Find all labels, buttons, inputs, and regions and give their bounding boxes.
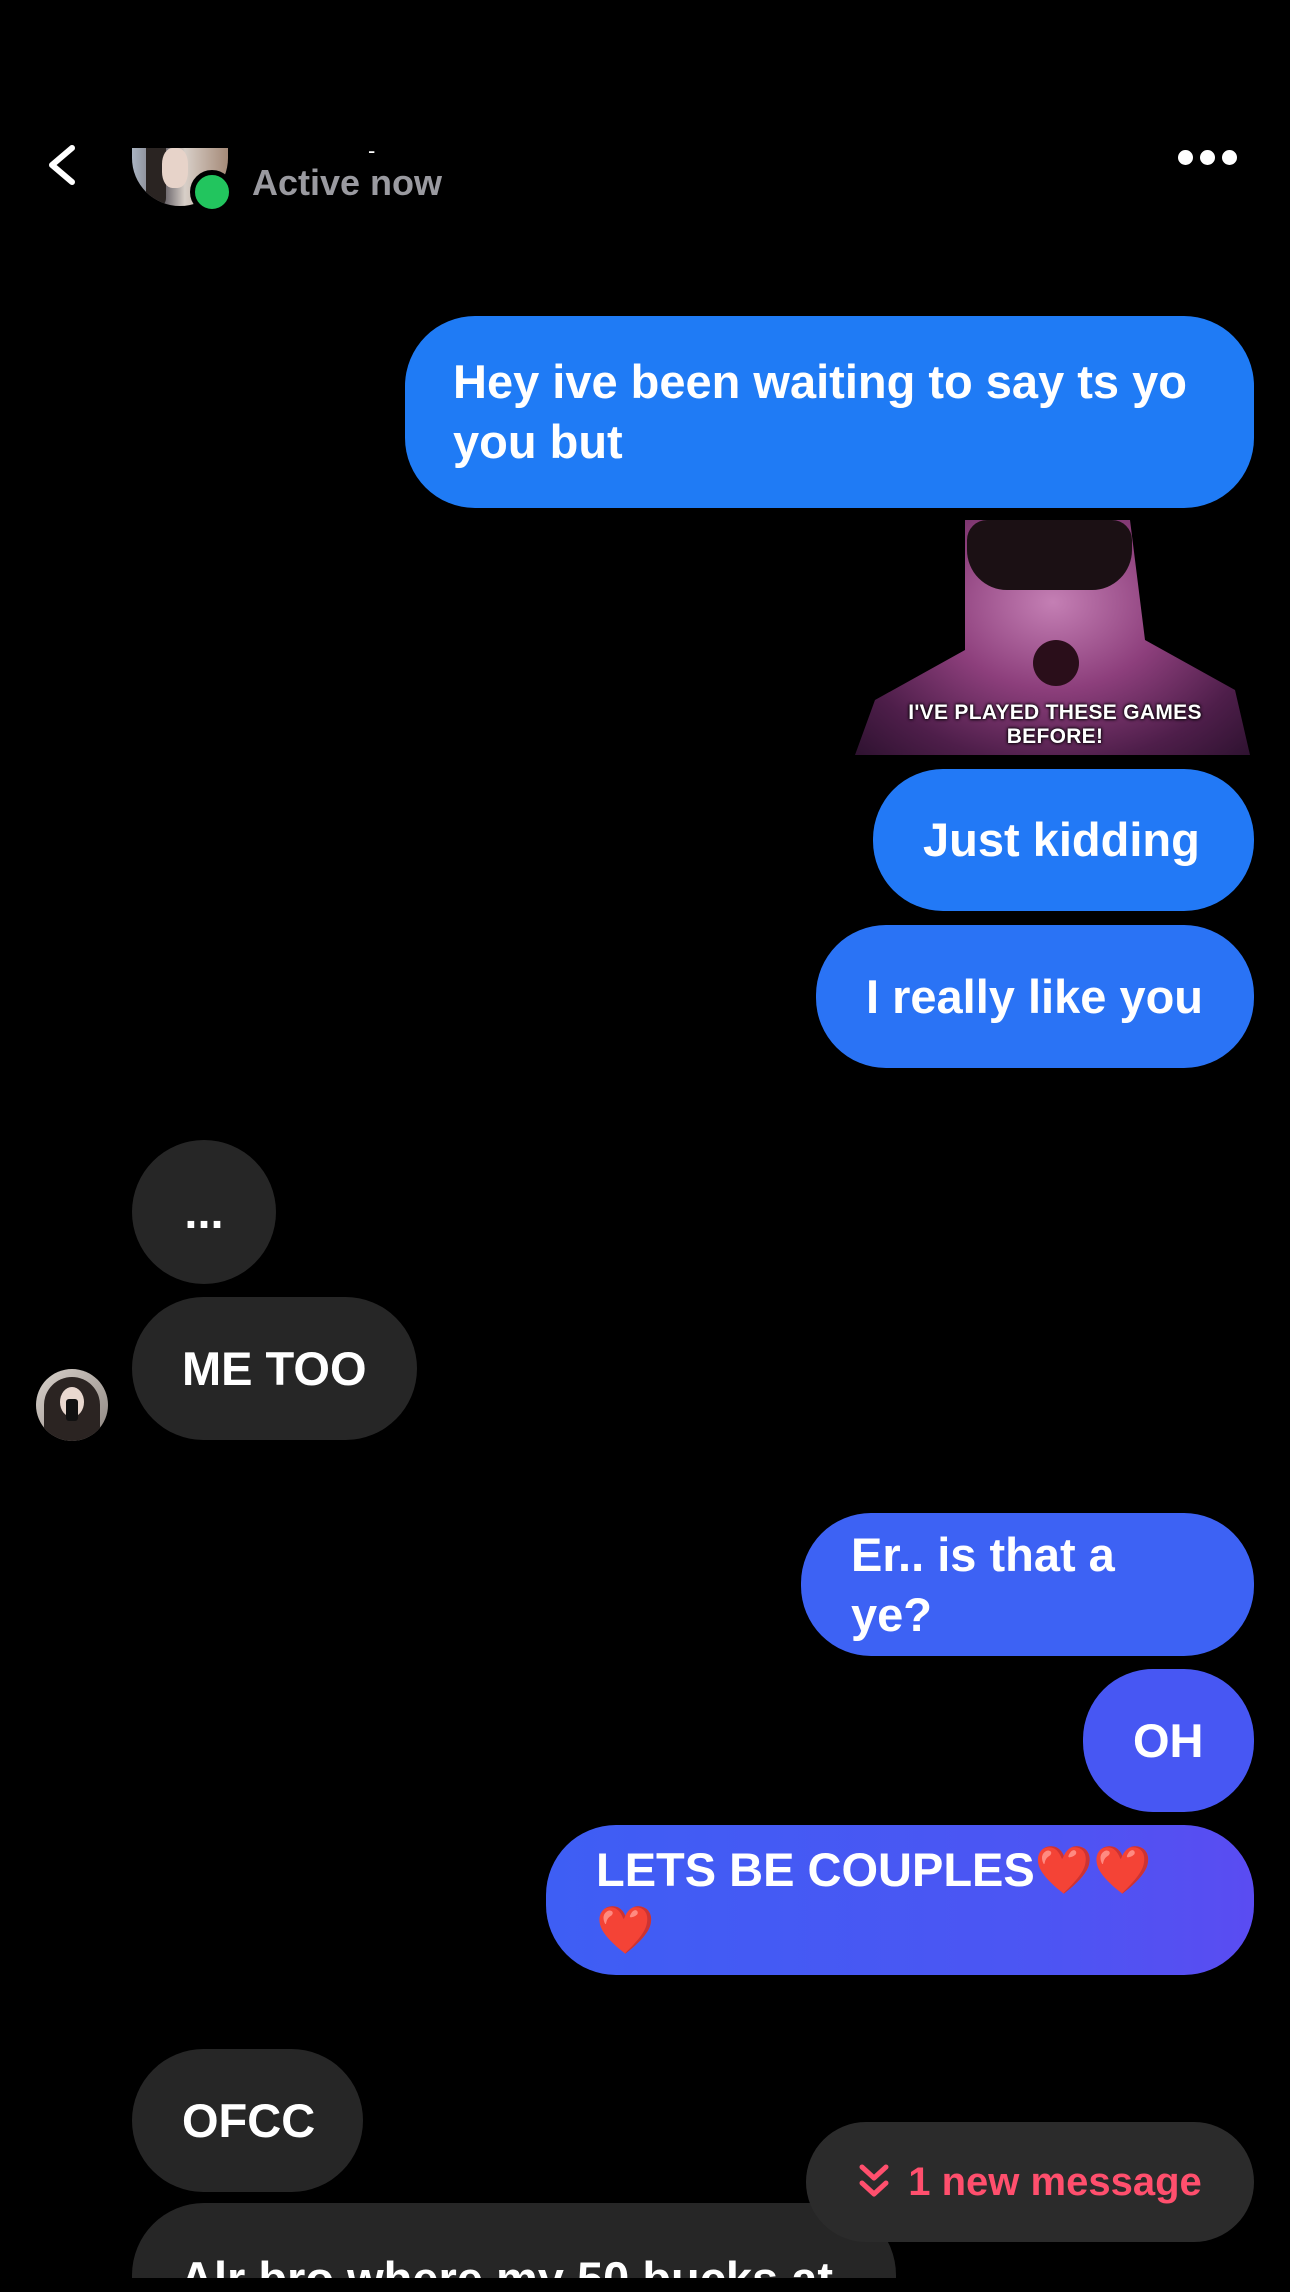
- sender-avatar[interactable]: [36, 1369, 108, 1441]
- message-text: LETS BE COUPLES❤️❤️❤️: [596, 1843, 1152, 1956]
- message-text: Hey ive been waiting to say ts yo you bu…: [453, 355, 1187, 468]
- contact-name[interactable]: -: [368, 138, 375, 164]
- sticker-caption: I'VE PLAYED THESE GAMES BEFORE!: [908, 701, 1202, 748]
- message-text: Alr bro where my 50 bucks at: [180, 2251, 833, 2278]
- incoming-message[interactable]: OFCC: [132, 2049, 363, 2192]
- outgoing-message[interactable]: I really like you: [816, 925, 1254, 1068]
- message-text: Er.. is that a ye?: [851, 1527, 1115, 1641]
- chat-header: - Active now: [0, 0, 1290, 230]
- active-status: Active now: [252, 162, 443, 203]
- message-text: ...: [184, 1185, 224, 1238]
- incoming-message[interactable]: ...: [132, 1140, 276, 1284]
- message-text: I really like you: [866, 969, 1204, 1023]
- outgoing-message[interactable]: Hey ive been waiting to say ts yo you bu…: [405, 316, 1254, 508]
- outgoing-message[interactable]: Just kidding: [873, 769, 1254, 911]
- incoming-message[interactable]: ME TOO: [132, 1297, 417, 1440]
- outgoing-message[interactable]: Er.. is that a ye?: [801, 1513, 1254, 1656]
- incoming-message[interactable]: Alr bro where my 50 bucks at: [132, 2203, 896, 2278]
- online-status-dot: [190, 170, 234, 214]
- double-chevron-down-icon: [859, 2164, 889, 2197]
- sticker-message[interactable]: I'VE PLAYED THESE GAMES BEFORE!: [855, 520, 1251, 755]
- message-text: Just kidding: [923, 813, 1200, 866]
- new-message-label: 1 new message: [908, 2159, 1202, 2204]
- message-text: OFCC: [182, 2093, 316, 2147]
- new-message-pill[interactable]: 1 new message: [806, 2122, 1254, 2242]
- outgoing-message[interactable]: LETS BE COUPLES❤️❤️❤️: [546, 1825, 1254, 1975]
- message-text: ME TOO: [182, 1341, 367, 1395]
- back-chevron-icon[interactable]: [40, 140, 90, 190]
- outgoing-message[interactable]: OH: [1083, 1669, 1254, 1812]
- more-options-icon[interactable]: [1172, 142, 1242, 172]
- message-text: OH: [1133, 1713, 1204, 1767]
